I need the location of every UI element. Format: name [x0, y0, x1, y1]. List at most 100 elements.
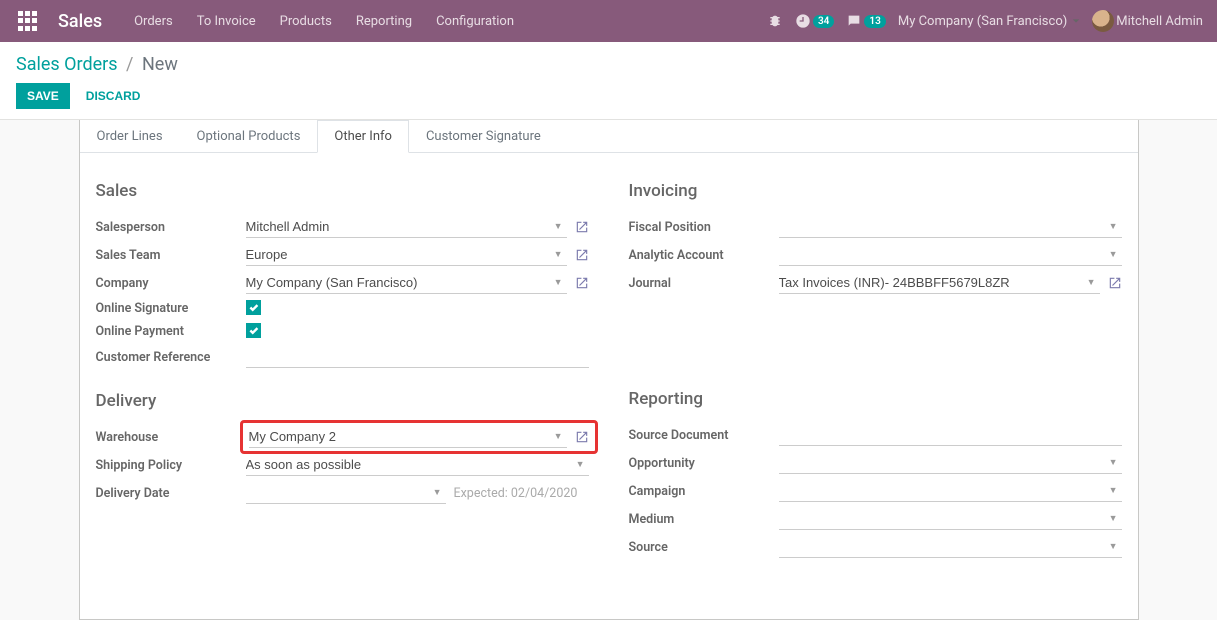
warehouse-field[interactable]: ▼	[249, 426, 567, 448]
salesperson-field[interactable]: ▼	[246, 216, 567, 238]
user-menu[interactable]: Mitchell Admin	[1092, 10, 1203, 32]
nav-configuration[interactable]: Configuration	[424, 4, 526, 39]
source-input[interactable]	[779, 538, 1105, 555]
external-link-icon[interactable]	[575, 430, 589, 444]
journal-field[interactable]: ▼	[779, 272, 1100, 294]
caret-down-icon[interactable]: ▼	[1105, 221, 1122, 232]
sales-team-field[interactable]: ▼	[246, 244, 567, 266]
label-warehouse: Warehouse	[96, 423, 246, 451]
label-source: Source	[629, 533, 779, 561]
caret-down-icon[interactable]: ▼	[1105, 541, 1122, 552]
caret-down-icon[interactable]: ▼	[1105, 457, 1122, 468]
caret-down-icon[interactable]: ▼	[550, 221, 567, 232]
invoicing-title: Invoicing	[629, 181, 1122, 201]
online-payment-checkbox[interactable]	[246, 323, 261, 338]
tab-content: Sales Salesperson ▼ Sales Team	[80, 153, 1138, 591]
label-fiscal-position: Fiscal Position	[629, 213, 779, 241]
debug-menu[interactable]	[767, 13, 783, 29]
label-customer-reference: Customer Reference	[96, 343, 246, 371]
sales-team-input[interactable]	[246, 246, 550, 263]
breadcrumb-root[interactable]: Sales Orders	[16, 54, 118, 75]
company-name: My Company (San Francisco)	[898, 14, 1067, 29]
reporting-title: Reporting	[629, 389, 1122, 409]
campaign-field[interactable]: ▼	[779, 480, 1122, 502]
shipping-policy-input[interactable]	[246, 456, 572, 473]
form-sheet-bg: Order Lines Optional Products Other Info…	[0, 120, 1217, 620]
breadcrumb: Sales Orders / New	[16, 54, 1201, 75]
apps-icon[interactable]	[16, 9, 40, 33]
messages-button[interactable]: 13	[846, 13, 885, 29]
clock-icon	[795, 13, 811, 29]
tab-order-lines[interactable]: Order Lines	[80, 120, 180, 153]
source-field[interactable]: ▼	[779, 536, 1122, 558]
breadcrumb-sep: /	[126, 54, 133, 75]
customer-reference-input[interactable]	[246, 346, 589, 368]
save-button[interactable]: SAVE	[16, 83, 70, 109]
label-medium: Medium	[629, 505, 779, 533]
bug-icon	[767, 13, 783, 29]
delivery-title: Delivery	[96, 391, 589, 411]
chat-icon	[846, 13, 862, 29]
nav-to-invoice[interactable]: To Invoice	[185, 4, 268, 39]
campaign-input[interactable]	[779, 482, 1105, 499]
company-input[interactable]	[246, 274, 550, 291]
external-link-icon[interactable]	[575, 248, 589, 262]
discard-button[interactable]: DISCARD	[76, 83, 151, 109]
opportunity-input[interactable]	[779, 454, 1105, 471]
label-shipping-policy: Shipping Policy	[96, 451, 246, 479]
caret-down-icon[interactable]: ▼	[550, 277, 567, 288]
activities-button[interactable]: 34	[795, 13, 834, 29]
source-document-input[interactable]	[779, 424, 1122, 446]
company-switcher[interactable]: My Company (San Francisco)	[898, 14, 1080, 29]
user-name: Mitchell Admin	[1116, 14, 1203, 29]
tab-optional-products[interactable]: Optional Products	[180, 120, 318, 153]
app-brand[interactable]: Sales	[58, 11, 102, 32]
caret-down-icon[interactable]: ▼	[1083, 277, 1100, 288]
label-opportunity: Opportunity	[629, 449, 779, 477]
opportunity-field[interactable]: ▼	[779, 452, 1122, 474]
activities-badge: 34	[813, 15, 834, 28]
caret-down-icon[interactable]: ▼	[1105, 485, 1122, 496]
medium-input[interactable]	[779, 510, 1105, 527]
salesperson-input[interactable]	[246, 218, 550, 235]
online-signature-checkbox[interactable]	[246, 300, 261, 315]
label-salesperson: Salesperson	[96, 213, 246, 241]
label-online-payment: Online Payment	[96, 320, 246, 343]
tab-other-info[interactable]: Other Info	[317, 120, 409, 153]
warehouse-highlight: ▼	[240, 420, 598, 454]
label-sales-team: Sales Team	[96, 241, 246, 269]
sales-group: Sales Salesperson ▼ Sales Team	[96, 169, 589, 561]
label-company: Company	[96, 269, 246, 297]
external-link-icon[interactable]	[575, 220, 589, 234]
messages-badge: 13	[864, 15, 885, 28]
label-journal: Journal	[629, 269, 779, 297]
topbar-right: 34 13 My Company (San Francisco) Mitchel…	[767, 10, 1209, 32]
journal-input[interactable]	[779, 274, 1083, 291]
delivery-date-field[interactable]: ▼	[246, 482, 446, 504]
caret-down-icon[interactable]: ▼	[429, 487, 446, 498]
caret-down-icon[interactable]: ▼	[572, 459, 589, 470]
caret-down-icon[interactable]: ▼	[550, 249, 567, 260]
external-link-icon[interactable]	[575, 276, 589, 290]
caret-down-icon[interactable]: ▼	[1105, 249, 1122, 260]
tab-customer-signature[interactable]: Customer Signature	[409, 120, 558, 153]
caret-down-icon[interactable]: ▼	[1105, 513, 1122, 524]
external-link-icon[interactable]	[1108, 276, 1122, 290]
shipping-policy-field[interactable]: ▼	[246, 454, 589, 476]
fiscal-position-field[interactable]: ▼	[779, 216, 1122, 238]
nav-products[interactable]: Products	[268, 4, 344, 39]
analytic-account-field[interactable]: ▼	[779, 244, 1122, 266]
nav-orders[interactable]: Orders	[122, 4, 185, 39]
delivery-expected-label: Expected: 02/04/2020	[454, 486, 578, 501]
warehouse-input[interactable]	[249, 428, 550, 445]
group-row-1: Sales Salesperson ▼ Sales Team	[96, 169, 1122, 561]
control-panel: Sales Orders / New SAVE DISCARD	[0, 42, 1217, 120]
analytic-account-input[interactable]	[779, 246, 1105, 263]
company-field[interactable]: ▼	[246, 272, 567, 294]
medium-field[interactable]: ▼	[779, 508, 1122, 530]
nav-reporting[interactable]: Reporting	[344, 4, 424, 39]
form-buttons: SAVE DISCARD	[16, 83, 1201, 109]
fiscal-position-input[interactable]	[779, 218, 1105, 235]
label-online-signature: Online Signature	[96, 297, 246, 320]
caret-down-icon[interactable]: ▼	[550, 431, 567, 442]
